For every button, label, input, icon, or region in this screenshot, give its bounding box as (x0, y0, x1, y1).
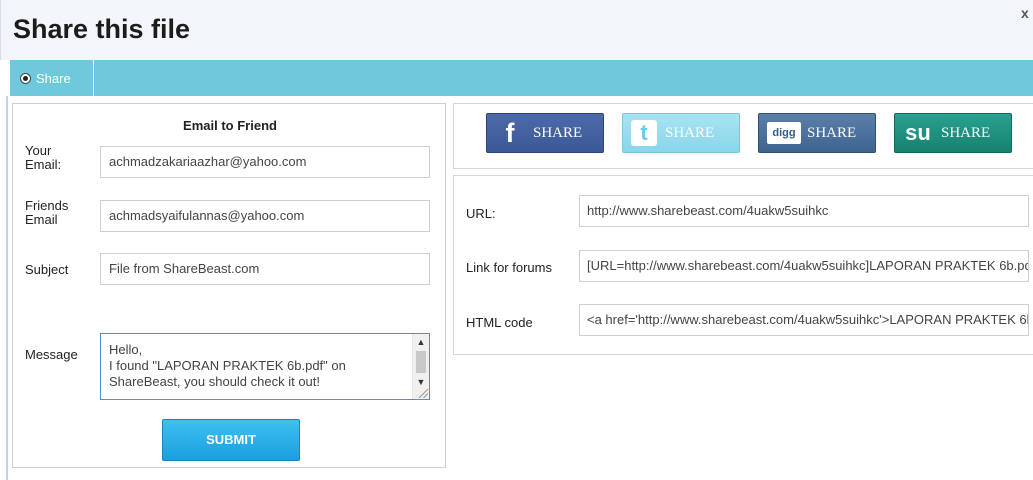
close-icon[interactable]: x (1021, 6, 1033, 20)
subject-label: Subject (25, 262, 69, 277)
radio-selected-icon[interactable] (20, 72, 31, 84)
digg-share-button[interactable]: digg SHARE (758, 113, 876, 153)
left-edge-divider (6, 96, 8, 480)
digg-share-label: SHARE (807, 124, 857, 141)
html-code-field[interactable]: <a href='http://www.sharebeast.com/4uakw… (579, 304, 1029, 336)
link-panel: URL: http://www.sharebeast.com/4uakw5sui… (453, 175, 1033, 355)
friends-email-label: Friends Email (25, 198, 69, 227)
stumbleupon-icon: su (905, 120, 931, 145)
subject-field[interactable]: File from ShareBeast.com (100, 253, 430, 285)
title-bar: Share this file x (0, 0, 1033, 60)
your-email-field[interactable]: achmadzakariaazhar@yahoo.com (100, 146, 430, 178)
stumbleupon-share-button[interactable]: su SHARE (894, 113, 1012, 153)
forums-link-field[interactable]: [URL=http://www.sharebeast.com/4uakw5sui… (579, 250, 1029, 282)
email-panel-title: Email to Friend (183, 118, 277, 133)
scroll-thumb[interactable] (416, 351, 426, 373)
scroll-down-icon[interactable]: ▼ (413, 374, 429, 390)
tab-share[interactable]: Share (10, 60, 94, 96)
message-textarea[interactable]: Hello, I found "LAPORAN PRAKTEK 6b.pdf" … (100, 333, 430, 400)
tab-share-label: Share (36, 70, 71, 86)
stumbleupon-share-label: SHARE (941, 124, 991, 141)
url-field[interactable]: http://www.sharebeast.com/4uakw5suihkc (579, 195, 1029, 227)
resize-handle-icon[interactable] (419, 389, 428, 398)
digg-icon: digg (767, 122, 801, 144)
facebook-share-button[interactable]: f SHARE (486, 113, 604, 153)
scroll-up-icon[interactable]: ▲ (413, 334, 429, 350)
friends-email-field[interactable]: achmadsyaifulannas@yahoo.com (100, 200, 430, 232)
share-dialog: Share this file x Share Email to Friend … (0, 0, 1033, 480)
facebook-f-icon: f (505, 117, 515, 148)
facebook-share-label: SHARE (533, 124, 583, 141)
email-panel: Email to Friend Your Email: achmadzakari… (12, 103, 446, 468)
message-label: Message (25, 347, 78, 362)
dialog-title: Share this file (13, 14, 191, 44)
url-label: URL: (466, 206, 496, 221)
tab-bar: Share (10, 60, 1033, 96)
twitter-share-label: SHARE (665, 124, 715, 141)
html-code-label: HTML code (466, 315, 533, 330)
twitter-share-button[interactable]: t SHARE (622, 113, 740, 153)
message-text[interactable]: Hello, I found "LAPORAN PRAKTEK 6b.pdf" … (109, 342, 409, 399)
twitter-t-icon: t (631, 120, 657, 146)
submit-button[interactable]: SUBMIT (162, 419, 300, 461)
your-email-label: Your Email: (25, 143, 62, 172)
forums-link-label: Link for forums (466, 260, 552, 275)
share-buttons-panel: f SHARE t SHARE digg SHARE su SHARE (453, 103, 1033, 169)
